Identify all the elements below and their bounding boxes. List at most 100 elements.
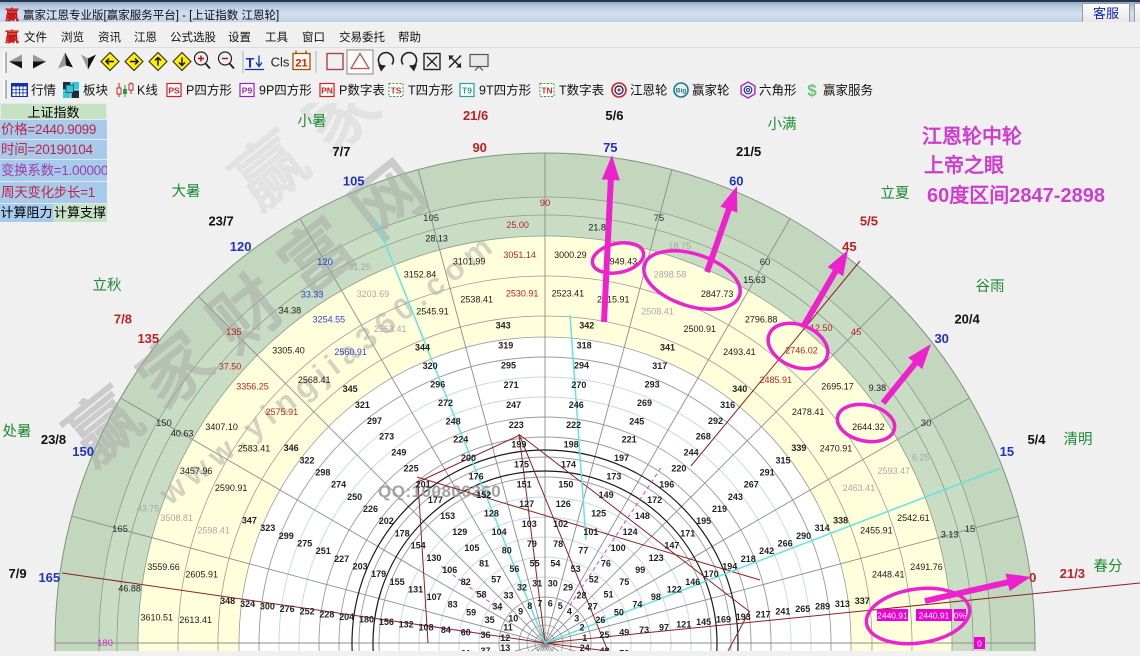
svg-text:2598.41: 2598.41 bbox=[197, 526, 230, 536]
svg-text:2508.41: 2508.41 bbox=[641, 307, 674, 317]
svg-text:202: 202 bbox=[379, 516, 394, 526]
svg-text:244: 244 bbox=[684, 448, 699, 458]
svg-text:219: 219 bbox=[712, 504, 727, 514]
svg-text:337: 337 bbox=[855, 596, 870, 606]
svg-text:2553.41: 2553.41 bbox=[374, 324, 407, 334]
svg-text:345: 345 bbox=[343, 384, 358, 394]
svg-text:323: 323 bbox=[260, 523, 275, 533]
svg-text:2530.91: 2530.91 bbox=[506, 289, 539, 299]
svg-text:7/7: 7/7 bbox=[332, 144, 350, 159]
svg-text:318: 318 bbox=[577, 341, 592, 351]
svg-text:小暑: 小暑 bbox=[298, 113, 327, 130]
svg-text:3203.69: 3203.69 bbox=[357, 289, 390, 299]
svg-text:75: 75 bbox=[619, 577, 629, 587]
svg-text:340: 340 bbox=[732, 384, 747, 394]
svg-text:34: 34 bbox=[492, 602, 502, 612]
svg-text:7/8: 7/8 bbox=[114, 312, 132, 327]
svg-text:297: 297 bbox=[367, 416, 382, 426]
svg-text:101: 101 bbox=[583, 527, 598, 537]
svg-text:266: 266 bbox=[778, 539, 793, 549]
svg-text:178: 178 bbox=[395, 528, 410, 538]
svg-text:291: 291 bbox=[760, 468, 775, 478]
svg-text:296: 296 bbox=[430, 379, 445, 389]
svg-text:153: 153 bbox=[440, 511, 455, 521]
svg-text:199: 199 bbox=[511, 440, 526, 450]
svg-text:129: 129 bbox=[452, 527, 467, 537]
svg-text:春分: 春分 bbox=[1094, 558, 1123, 575]
svg-text:2478.41: 2478.41 bbox=[792, 407, 825, 417]
svg-text:102: 102 bbox=[553, 519, 568, 529]
svg-text:24: 24 bbox=[580, 643, 590, 651]
svg-text:194: 194 bbox=[722, 562, 737, 572]
svg-text:2470.91: 2470.91 bbox=[820, 444, 853, 454]
svg-text:T四方形: T四方形 bbox=[408, 83, 454, 98]
svg-text:180: 180 bbox=[97, 638, 113, 649]
svg-text:59: 59 bbox=[466, 607, 476, 617]
svg-text:75: 75 bbox=[654, 213, 665, 224]
svg-text:4: 4 bbox=[567, 606, 572, 616]
svg-text:105: 105 bbox=[423, 213, 439, 224]
svg-text:2796.88: 2796.88 bbox=[745, 315, 778, 325]
svg-text:347: 347 bbox=[242, 516, 257, 526]
svg-text:271: 271 bbox=[504, 380, 519, 390]
svg-text:81: 81 bbox=[479, 559, 489, 569]
svg-text:60: 60 bbox=[729, 174, 743, 189]
svg-text:5/5: 5/5 bbox=[860, 213, 878, 228]
svg-text:15.63: 15.63 bbox=[743, 275, 766, 285]
svg-text:28: 28 bbox=[576, 590, 586, 600]
svg-text:82: 82 bbox=[461, 577, 471, 587]
svg-text:148: 148 bbox=[635, 511, 650, 521]
svg-text:177: 177 bbox=[428, 495, 443, 505]
svg-text:2568.41: 2568.41 bbox=[298, 375, 331, 385]
svg-text:295: 295 bbox=[501, 360, 516, 370]
svg-text:TS: TS bbox=[391, 86, 402, 96]
svg-text:0%: 0% bbox=[954, 611, 967, 621]
svg-text:131: 131 bbox=[408, 584, 423, 594]
svg-text:317: 317 bbox=[652, 361, 667, 371]
svg-text:25: 25 bbox=[599, 630, 609, 640]
svg-text:2593.47: 2593.47 bbox=[878, 466, 911, 476]
svg-text:242: 242 bbox=[759, 546, 774, 556]
svg-text:73: 73 bbox=[639, 625, 649, 635]
svg-text:98: 98 bbox=[651, 592, 661, 602]
svg-text:53: 53 bbox=[571, 564, 581, 574]
svg-text:PN: PN bbox=[321, 86, 333, 96]
svg-text:268: 268 bbox=[696, 432, 711, 442]
svg-text:248: 248 bbox=[446, 416, 461, 426]
svg-text:341: 341 bbox=[660, 342, 675, 352]
svg-text:立夏: 立夏 bbox=[881, 185, 910, 202]
svg-text:2538.41: 2538.41 bbox=[460, 295, 493, 305]
svg-text:2613.41: 2613.41 bbox=[179, 615, 212, 625]
svg-text:346: 346 bbox=[284, 443, 299, 453]
svg-text:3254.55: 3254.55 bbox=[313, 315, 346, 325]
svg-text:5/6: 5/6 bbox=[605, 108, 623, 123]
svg-text:13: 13 bbox=[500, 643, 510, 651]
svg-text:176: 176 bbox=[469, 472, 484, 482]
svg-text:3559.66: 3559.66 bbox=[147, 562, 180, 572]
svg-text:江恩轮中轮: 江恩轮中轮 bbox=[922, 124, 1022, 148]
svg-text:84: 84 bbox=[441, 625, 451, 635]
svg-text:6: 6 bbox=[548, 598, 553, 608]
svg-text:197: 197 bbox=[614, 453, 629, 463]
svg-text:149: 149 bbox=[599, 490, 614, 500]
svg-text:5/4: 5/4 bbox=[1027, 432, 1046, 447]
svg-text:314: 314 bbox=[815, 523, 830, 533]
svg-text:50: 50 bbox=[614, 607, 624, 617]
svg-text:2898.58: 2898.58 bbox=[654, 270, 687, 280]
svg-text:Cls: Cls bbox=[271, 55, 290, 70]
svg-text:2644.32: 2644.32 bbox=[852, 422, 885, 432]
svg-text:27: 27 bbox=[588, 602, 598, 612]
svg-text:99: 99 bbox=[635, 565, 645, 575]
svg-text:3101.99: 3101.99 bbox=[453, 257, 486, 267]
svg-text:12: 12 bbox=[500, 633, 510, 643]
svg-text:196: 196 bbox=[659, 479, 674, 489]
svg-text:23/8: 23/8 bbox=[41, 432, 66, 447]
svg-text:170: 170 bbox=[704, 569, 719, 579]
svg-text:PS: PS bbox=[168, 86, 180, 96]
svg-text:195: 195 bbox=[696, 516, 711, 526]
svg-text:P四方形: P四方形 bbox=[186, 83, 232, 98]
svg-text:125: 125 bbox=[591, 509, 606, 519]
svg-text:2523.41: 2523.41 bbox=[552, 289, 585, 299]
svg-text:45: 45 bbox=[851, 327, 862, 338]
svg-text:74: 74 bbox=[632, 600, 642, 610]
